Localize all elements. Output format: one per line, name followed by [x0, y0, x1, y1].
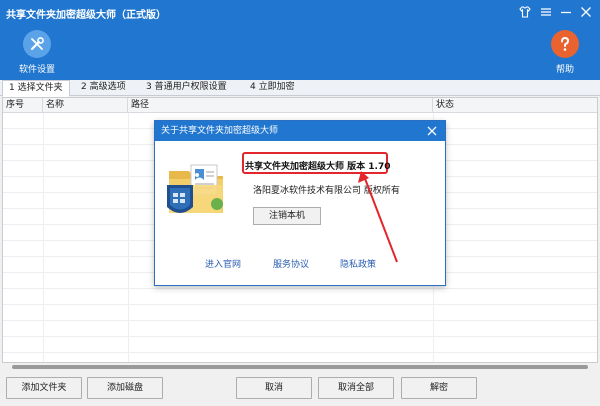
folder-lock-icon: [167, 164, 223, 213]
menu-icon[interactable]: [538, 4, 554, 20]
close-icon[interactable]: [578, 4, 594, 20]
column-header-path[interactable]: 路径: [128, 98, 433, 113]
dialog-close-icon[interactable]: [425, 124, 439, 138]
service-agreement-link[interactable]: 服务协议: [273, 257, 309, 270]
unregister-button[interactable]: 注销本机: [253, 207, 321, 225]
header-toolbar: 软件设置 帮助: [0, 26, 600, 80]
add-folder-button[interactable]: 添加文件夹: [6, 377, 82, 399]
question-icon: [551, 30, 579, 58]
title-bar: 共享文件夹加密超级大师（正式版）: [0, 0, 600, 26]
privacy-policy-link[interactable]: 隐私政策: [340, 257, 376, 270]
column-header-index[interactable]: 序号: [3, 98, 43, 113]
help-label: 帮助: [555, 65, 574, 75]
column-header-name[interactable]: 名称: [43, 98, 128, 113]
tools-icon: [23, 30, 51, 58]
column-divider: [43, 113, 44, 362]
minimize-icon[interactable]: [558, 4, 574, 20]
official-site-link[interactable]: 进入官网: [205, 257, 241, 270]
cancel-all-button[interactable]: 取消全部: [318, 377, 394, 399]
scrollbar-thumb[interactable]: [12, 365, 588, 369]
about-dialog: 关于共享文件夹加密超级大师 共享文件夹加密超级大师 版本 1.70 洛阳夏冰软件…: [154, 120, 446, 286]
window-title: 共享文件夹加密超级大师（正式版）: [6, 10, 166, 21]
table-header: 序号 名称 路径 状态: [3, 98, 597, 113]
dialog-links: 进入官网 服务协议 隐私政策: [155, 257, 445, 277]
column-divider: [128, 113, 129, 362]
decrypt-button[interactable]: 解密: [401, 377, 477, 399]
add-disk-button[interactable]: 添加磁盘: [87, 377, 163, 399]
tab-select-folder[interactable]: 1 选择文件夹: [2, 80, 70, 97]
settings-label: 软件设置: [18, 65, 55, 75]
horizontal-scrollbar[interactable]: [2, 363, 598, 371]
help-button[interactable]: 帮助: [540, 30, 590, 75]
tab-advanced-options[interactable]: 2 高级选项: [75, 80, 132, 96]
cancel-button[interactable]: 取消: [236, 377, 312, 399]
column-header-status[interactable]: 状态: [433, 98, 599, 113]
product-version-label: 共享文件夹加密超级大师 版本 1.70: [245, 162, 391, 172]
dialog-title: 关于共享文件夹加密超级大师: [155, 121, 445, 141]
skin-icon[interactable]: [517, 4, 533, 20]
tab-encrypt-now[interactable]: 4 立即加密: [244, 80, 301, 96]
tab-user-permissions[interactable]: 3 普通用户权限设置: [140, 80, 233, 96]
tab-bar: 1 选择文件夹 2 高级选项 3 普通用户权限设置 4 立即加密: [0, 80, 600, 97]
copyright-label: 洛阳夏冰软件技术有限公司 版权所有: [253, 186, 400, 196]
settings-button[interactable]: 软件设置: [12, 30, 62, 75]
